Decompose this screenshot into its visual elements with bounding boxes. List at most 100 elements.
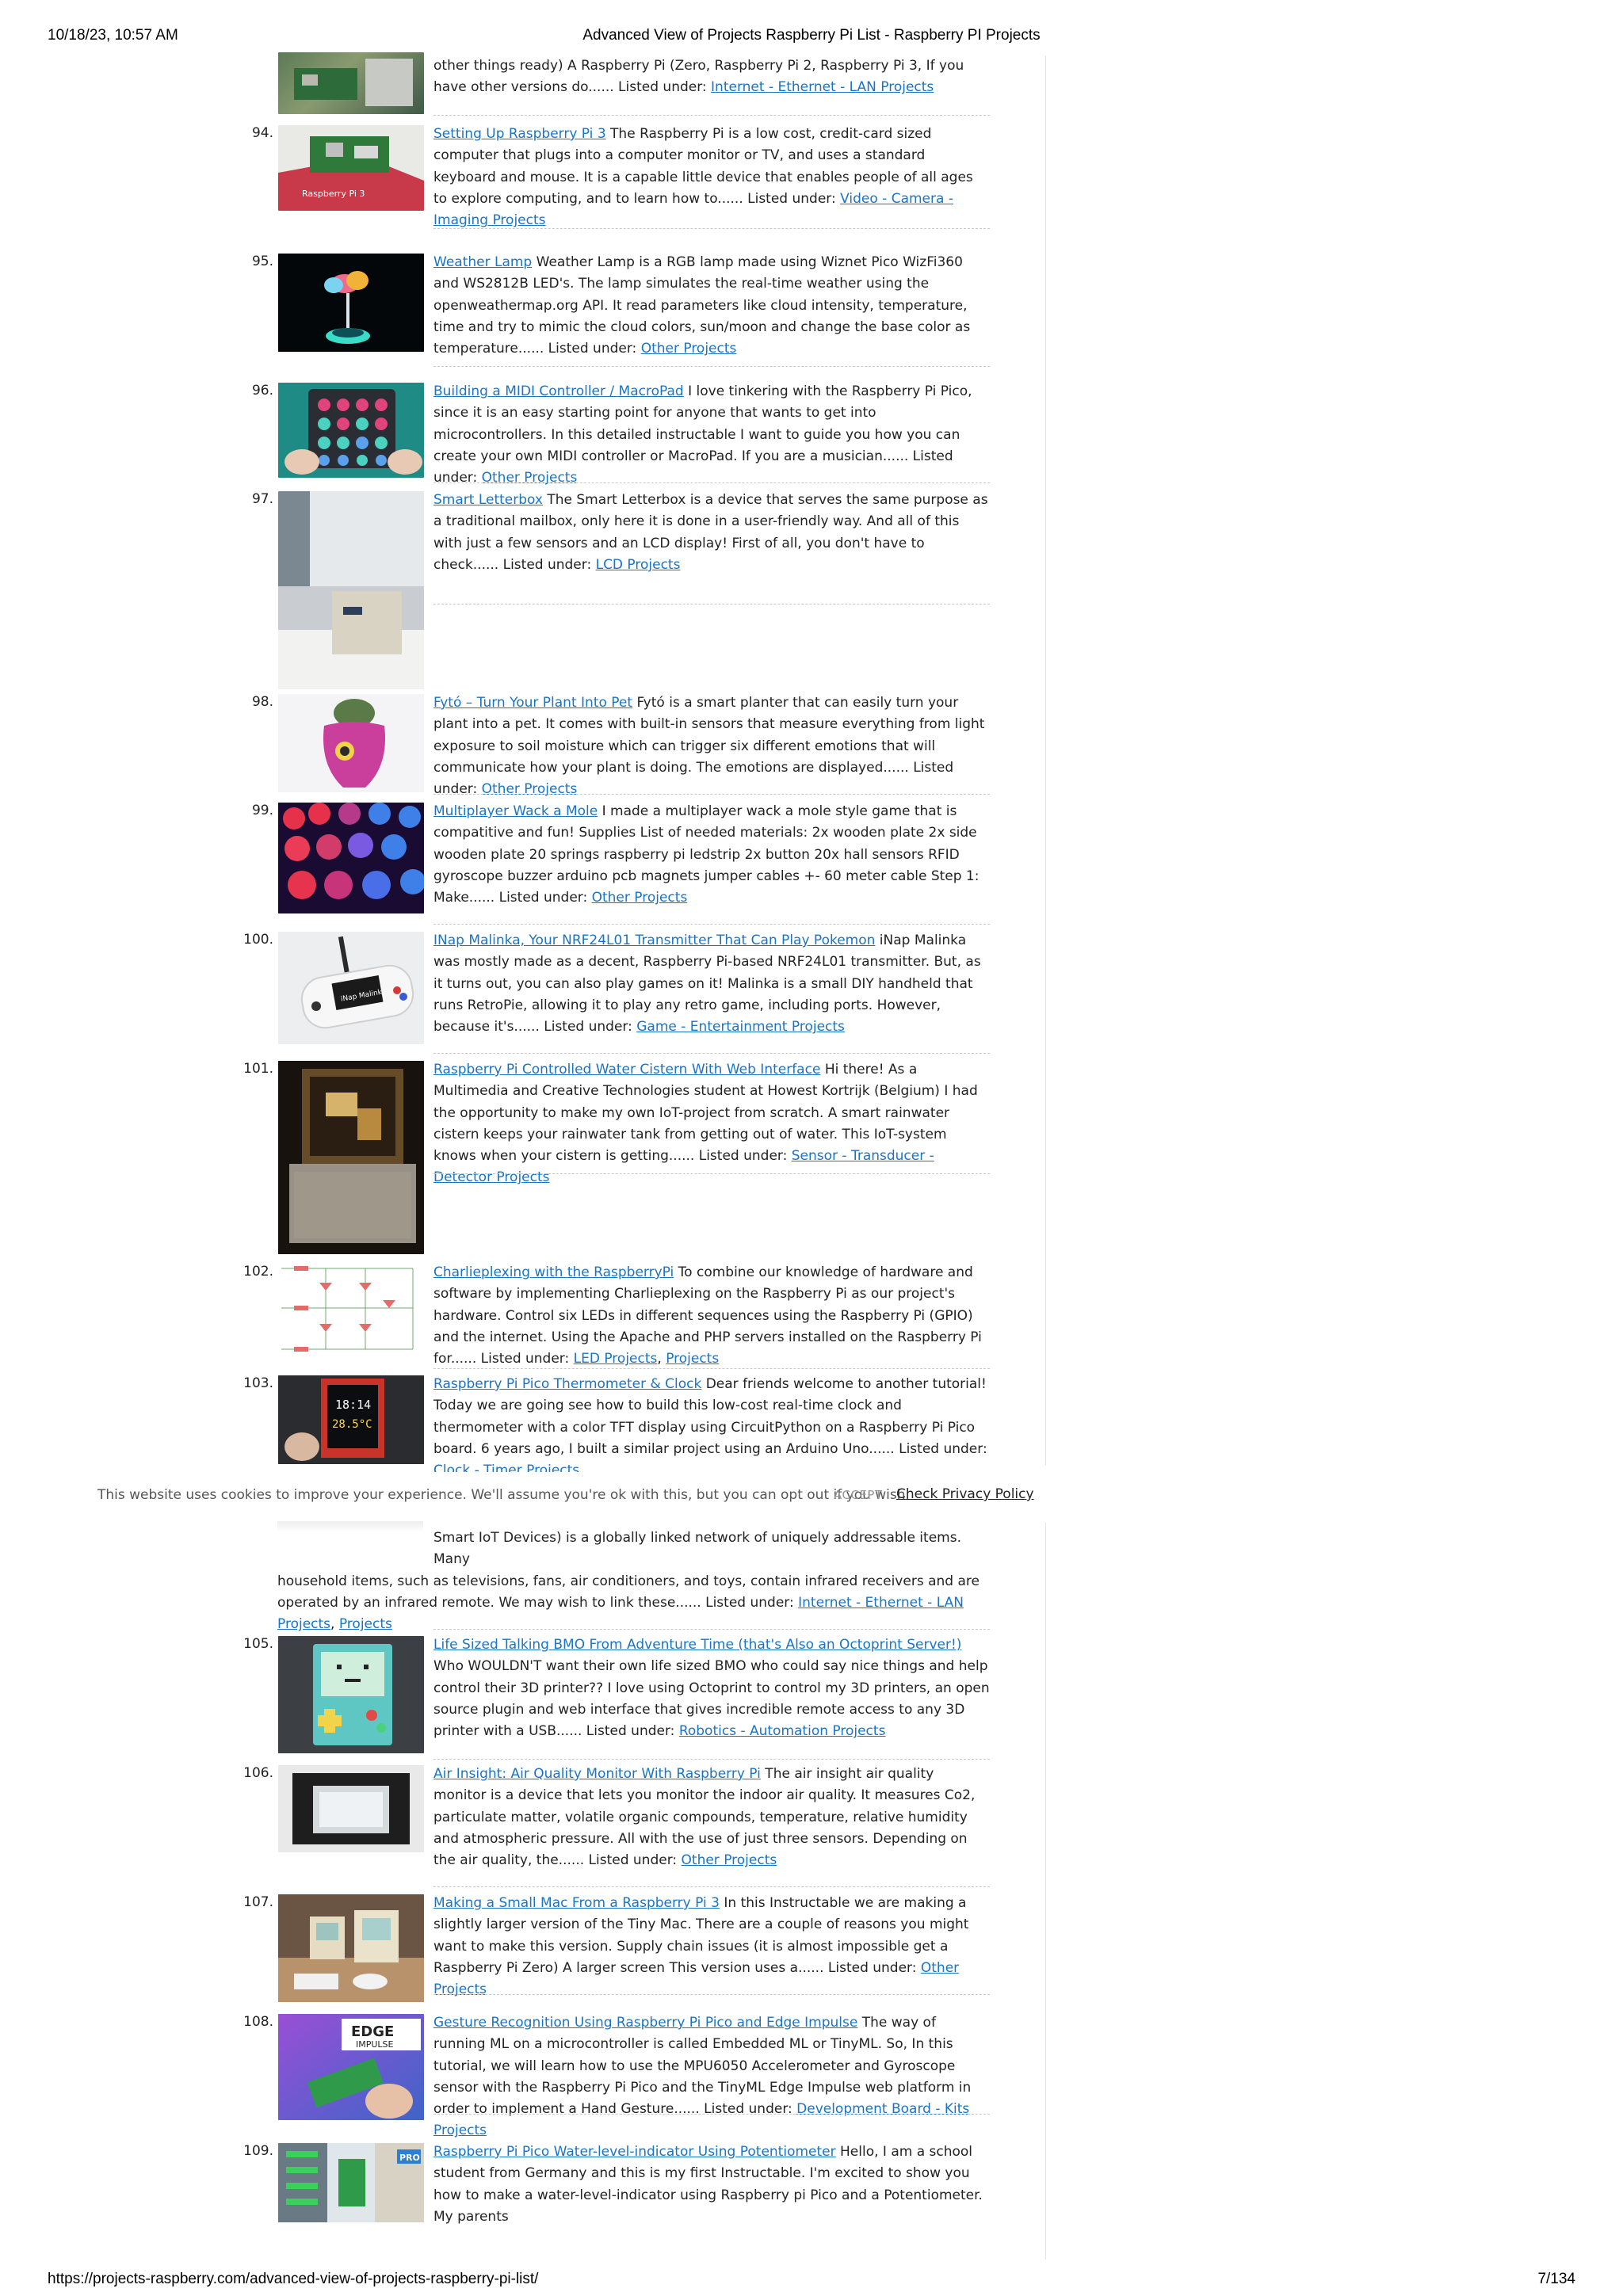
entry-separator — [433, 1886, 990, 1887]
entry-number: 107. — [243, 1894, 273, 1910]
category-link[interactable]: Projects — [666, 1351, 719, 1367]
entry-title-link[interactable]: Smart Letterbox — [433, 492, 543, 508]
entry-description: Weather Lamp Weather Lamp is a RGB lamp … — [433, 254, 971, 357]
entry-title-link[interactable]: Building a MIDI Controller / MacroPad — [433, 383, 684, 399]
svg-text:PRO: PRO — [399, 2153, 420, 2163]
entry-separator — [433, 366, 990, 367]
list-item: 96. Building a MIDI Controller / MacroPa… — [238, 381, 991, 486]
svg-text:IMPULSE: IMPULSE — [356, 2039, 394, 2050]
entry-title-link[interactable]: Gesture Recognition Using Raspberry Pi P… — [433, 2015, 857, 2031]
entry-description: Setting Up Raspberry Pi 3 The Raspberry … — [433, 126, 973, 229]
entry-title-link[interactable]: Weather Lamp — [433, 254, 532, 270]
project-thumbnail — [278, 1894, 424, 2002]
entry-title-link[interactable]: Making a Small Mac From a Raspberry Pi 3 — [433, 1895, 720, 1911]
entry-description: Fytó – Turn Your Plant Into Pet Fytó is … — [433, 695, 985, 798]
list-item: 97. Smart Letterbox The Smart Letterbox … — [238, 490, 991, 689]
entry-description: Making a Small Mac From a Raspberry Pi 3… — [433, 1895, 969, 1998]
list-item: 99. Multiplayer Wack a Mole I made a mul… — [238, 801, 991, 928]
entry-number: 99. — [251, 803, 273, 818]
entry-description: Building a MIDI Controller / MacroPad I … — [433, 383, 972, 486]
entry-separator — [433, 794, 990, 795]
category-link[interactable]: Other Projects — [682, 1852, 777, 1868]
entry-number: 100. — [243, 932, 273, 948]
list-item: 102. Charlieplexing with the RaspberryPi… — [238, 1262, 991, 1381]
entry-description: Raspberry Pi Controlled Water Cistern Wi… — [433, 1062, 978, 1186]
svg-text:EDGE: EDGE — [351, 2023, 394, 2040]
category-link[interactable]: Robotics - Automation Projects — [679, 1723, 886, 1739]
entry-description: Smart Letterbox The Smart Letterbox is a… — [433, 492, 988, 573]
list-item: 95. Weather Lamp Weather Lamp is a RGB l… — [238, 252, 991, 371]
category-link[interactable]: Other Projects — [592, 890, 688, 906]
entry-separator — [433, 2114, 990, 2115]
entry-description: Raspberry Pi Pico Thermometer & Clock De… — [433, 1376, 987, 1479]
category-link[interactable]: Other Projects — [641, 341, 737, 357]
cookie-banner: This website uses cookies to improve you… — [0, 1472, 1623, 1520]
entry-title-link[interactable]: Fytó – Turn Your Plant Into Pet — [433, 695, 632, 711]
entry-description: Charlieplexing with the RaspberryPi To c… — [433, 1264, 982, 1367]
entry-title-link[interactable]: INap Malinka, Your NRF24L01 Transmitter … — [433, 933, 875, 948]
entry-title-link[interactable]: Raspberry Pi Controlled Water Cistern Wi… — [433, 1062, 820, 1077]
category-link[interactable]: Game - Entertainment Projects — [636, 1019, 845, 1035]
list-item: 100. iNap Malinka INap Malinka, Your NRF… — [238, 930, 991, 1057]
entry-title-link[interactable]: Raspberry Pi Pico Water-level-indicator … — [433, 2144, 836, 2160]
entry-separator — [433, 604, 990, 605]
list-item: 105. Life Sized Talking BMO From Adventu… — [238, 1634, 991, 1760]
category-link[interactable]: Projects — [339, 1616, 392, 1632]
entry-number: 103. — [243, 1375, 273, 1391]
list-item: 103. 18:14 28.5°C Raspberry Pi Pico Ther… — [238, 1374, 991, 1478]
svg-text:Raspberry Pi 3: Raspberry Pi 3 — [302, 189, 365, 199]
project-thumbnail — [278, 1636, 424, 1753]
entry-title-link[interactable]: Multiplayer Wack a Mole — [433, 803, 598, 819]
project-thumbnail: iNap Malinka — [278, 932, 424, 1044]
project-thumbnail — [278, 1264, 424, 1357]
entry-separator — [433, 228, 990, 229]
entry-title-link[interactable]: Charlieplexing with the RaspberryPi — [433, 1264, 674, 1280]
entry-number: 101. — [243, 1061, 273, 1077]
entry-title-link[interactable]: Setting Up Raspberry Pi 3 — [433, 126, 606, 142]
project-thumbnail — [278, 1765, 424, 1852]
print-footer: https://projects-raspberry.com/advanced-… — [48, 2271, 1575, 2291]
project-thumbnail: EDGE IMPULSE — [278, 2014, 424, 2120]
cookie-accept-button[interactable]: ACCEPT — [834, 1488, 883, 1502]
list-item: 107. Making a Small Mac From a Raspberry… — [238, 1893, 991, 2012]
entry-number: 96. — [251, 383, 273, 399]
category-link[interactable]: Other Projects — [482, 781, 578, 797]
list-item: 106. Air Insight: Air Quality Monitor Wi… — [238, 1764, 991, 1887]
entry-description: other things ready) A Raspberry Pi (Zero… — [433, 58, 964, 96]
entry-number: 105. — [243, 1636, 273, 1652]
entry-number: 95. — [251, 254, 273, 269]
entry-description: Multiplayer Wack a Mole I made a multipl… — [433, 803, 980, 906]
entry-number: 106. — [243, 1765, 273, 1781]
print-header: 10/18/23, 10:57 AM Advanced View of Proj… — [48, 27, 1575, 48]
entry-title-link[interactable]: Raspberry Pi Pico Thermometer & Clock — [433, 1376, 701, 1392]
entry-description: Air Insight: Air Quality Monitor With Ra… — [433, 1766, 976, 1869]
category-link[interactable]: LED Projects — [574, 1351, 658, 1367]
page-number: 7/134 — [1537, 2271, 1575, 2287]
entry-separator — [433, 482, 990, 483]
project-thumbnail: Raspberry Pi 3 — [278, 125, 424, 211]
entry-separator — [433, 1368, 990, 1369]
entry-separator — [433, 924, 990, 925]
entry-description: Raspberry Pi Pico Water-level-indicator … — [433, 2144, 983, 2225]
print-title: Advanced View of Projects Raspberry Pi L… — [582, 27, 1041, 44]
print-url: https://projects-raspberry.com/advanced-… — [48, 2271, 539, 2287]
project-thumbnail — [278, 491, 424, 689]
project-thumbnail — [278, 694, 424, 792]
entry-number: 98. — [251, 694, 273, 710]
category-link[interactable]: Internet - Ethernet - LAN Projects — [711, 79, 934, 95]
entry-title-link[interactable]: Air Insight: Air Quality Monitor With Ra… — [433, 1766, 761, 1782]
category-link[interactable]: Other Projects — [482, 470, 578, 486]
svg-text:18:14: 18:14 — [335, 1398, 371, 1412]
list-item: 101. Raspberry Pi Controlled Water Ciste… — [238, 1059, 991, 1254]
entry-description: INap Malinka, Your NRF24L01 Transmitter … — [433, 933, 981, 1035]
project-thumbnail — [278, 803, 424, 913]
privacy-policy-link[interactable]: Check Privacy Policy — [896, 1486, 1034, 1502]
entry-number: 109. — [243, 2143, 273, 2159]
entry-separator — [433, 1994, 990, 1995]
category-link[interactable]: LCD Projects — [596, 557, 681, 573]
list-item: 94. Raspberry Pi 3 Setting Up Raspberry … — [238, 124, 991, 242]
entry-title-link[interactable]: Life Sized Talking BMO From Adventure Ti… — [433, 1637, 961, 1653]
list-item: 108. EDGE IMPULSE Gesture Recognition Us… — [238, 2012, 991, 2138]
entry-number: 102. — [243, 1264, 273, 1280]
entry-number: 108. — [243, 2014, 273, 2030]
